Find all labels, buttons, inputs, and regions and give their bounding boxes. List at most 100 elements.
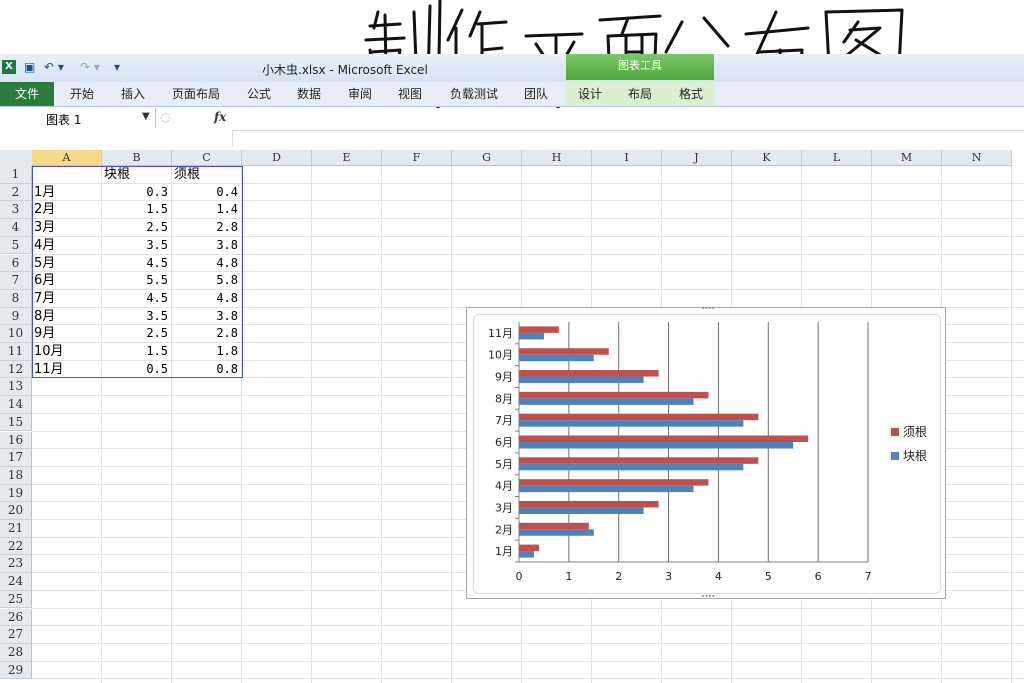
bar-须根: [519, 457, 759, 464]
row-header-13[interactable]: 13: [0, 378, 32, 397]
row-header-25[interactable]: 25: [0, 590, 32, 609]
tab-page-layout[interactable]: 页面布局: [172, 82, 220, 106]
bar-须根: [519, 370, 659, 377]
x-tick-label: 5: [765, 570, 772, 583]
column-header-c[interactable]: C: [172, 150, 242, 166]
column-header-k[interactable]: K: [732, 150, 802, 166]
row-header-11[interactable]: 11: [0, 343, 32, 361]
tab-format[interactable]: 格式: [679, 82, 703, 106]
row-header-23[interactable]: 23: [0, 555, 32, 574]
y-tick-label: 1月: [495, 545, 513, 558]
row-header-5[interactable]: 5: [0, 236, 32, 255]
row-header-4[interactable]: 4: [0, 219, 32, 237]
column-header-n[interactable]: N: [942, 150, 1012, 166]
save-icon[interactable]: ▣: [24, 58, 35, 76]
row-gridline: [32, 678, 1024, 680]
column-header-e[interactable]: E: [312, 150, 382, 166]
column-header-b[interactable]: B: [102, 150, 172, 166]
row-header-6[interactable]: 6: [0, 254, 32, 273]
excel-icon[interactable]: X: [2, 60, 16, 74]
row-header-20[interactable]: 20: [0, 502, 32, 520]
bar-块根: [519, 332, 544, 340]
bar-块根: [519, 551, 534, 558]
tab-layout[interactable]: 布局: [628, 82, 652, 106]
column-header-m[interactable]: M: [872, 150, 942, 166]
chevron-down-icon[interactable]: ▼: [142, 111, 150, 122]
column-gridline: [1011, 166, 1012, 683]
column-gridline: [381, 166, 382, 683]
row-header-26[interactable]: 26: [0, 608, 32, 627]
redo-icon[interactable]: ↷ ▾: [80, 58, 100, 76]
row-header-22[interactable]: 22: [0, 537, 32, 556]
row-header-1[interactable]: 1: [0, 166, 32, 184]
row-header-9[interactable]: 9: [0, 307, 32, 326]
y-tick-label: 5月: [495, 458, 513, 471]
column-header-g[interactable]: G: [452, 150, 522, 166]
tab-load-test[interactable]: 负载测试: [450, 82, 498, 106]
chart-tools-context-tab: 图表工具: [566, 54, 714, 80]
row-header-10[interactable]: 10: [0, 325, 32, 343]
tab-view[interactable]: 视图: [398, 82, 422, 106]
bar-须根: [519, 500, 659, 508]
tab-team[interactable]: 团队: [524, 82, 548, 106]
y-tick-label: 2月: [495, 523, 513, 536]
x-tick-label: 7: [865, 570, 872, 583]
bar-须根: [519, 326, 559, 333]
column-header-j[interactable]: J: [662, 150, 732, 166]
y-tick-label: 9月: [495, 371, 513, 384]
row-header-8[interactable]: 8: [0, 289, 32, 308]
title-bar: X ▣ ↶ ▾ ↷ ▾ ▾ 小木虫.xlsx - Microsoft Excel: [0, 54, 1024, 83]
tab-data[interactable]: 数据: [297, 82, 321, 106]
tab-insert[interactable]: 插入: [121, 82, 145, 106]
row-header-17[interactable]: 17: [0, 449, 32, 467]
chart-object[interactable]: ∙∙∙∙ ∙∙∙∙ 0 1 2 3 4 5 6 7 1月 2月 3月 4月 5月 6月 7月 8月 9月 10月 1…: [466, 304, 946, 600]
column-header-a[interactable]: A: [32, 150, 102, 166]
bar-块根: [519, 485, 694, 493]
x-tick-label: 0: [516, 570, 523, 583]
y-tick-label: 3月: [495, 501, 513, 514]
function-icon[interactable]: fx: [214, 110, 226, 124]
row-header-18[interactable]: 18: [0, 466, 32, 485]
row-header-2[interactable]: 2: [0, 183, 32, 202]
bar-须根: [519, 391, 709, 399]
formula-bar-expanded: [0, 130, 233, 146]
row-header-3[interactable]: 3: [0, 201, 32, 220]
column-header-h[interactable]: H: [522, 150, 592, 166]
row-header-19[interactable]: 19: [0, 484, 32, 503]
row-header-7[interactable]: 7: [0, 272, 32, 290]
customize-icon[interactable]: ▾: [114, 58, 120, 76]
legend-label: 块根: [903, 449, 927, 463]
row-header-28[interactable]: 28: [0, 643, 32, 662]
tab-review[interactable]: 审阅: [348, 82, 372, 106]
name-box[interactable]: 图表 1 ▼: [0, 108, 156, 128]
row-header-29[interactable]: 29: [0, 661, 32, 680]
y-tick-label: 8月: [495, 392, 513, 405]
bar-块根: [519, 376, 644, 384]
column-gridline: [311, 166, 312, 683]
window-title: 小木虫.xlsx - Microsoft Excel: [262, 63, 428, 77]
column-header-i[interactable]: I: [592, 150, 662, 166]
x-tick-label: 3: [665, 570, 672, 583]
row-header-14[interactable]: 14: [0, 396, 32, 414]
expand-icon[interactable]: ◌: [160, 110, 170, 124]
row-header-15[interactable]: 15: [0, 413, 32, 432]
bar-须根: [519, 522, 589, 530]
column-header-d[interactable]: D: [242, 150, 312, 166]
tab-design[interactable]: 设计: [578, 82, 602, 106]
y-tick-label: 4月: [495, 480, 513, 493]
tab-file[interactable]: 文件: [0, 82, 54, 106]
row-header-12[interactable]: 12: [0, 360, 32, 379]
tab-formulas[interactable]: 公式: [247, 82, 271, 106]
row-header-16[interactable]: 16: [0, 431, 32, 450]
row-gridline: [32, 660, 1024, 662]
column-header-f[interactable]: F: [382, 150, 452, 166]
select-all-corner[interactable]: [0, 150, 33, 167]
row-header-24[interactable]: 24: [0, 573, 32, 591]
undo-icon[interactable]: ↶ ▾: [44, 58, 64, 76]
tab-home[interactable]: 开始: [70, 82, 94, 106]
legend-swatch: [891, 452, 899, 460]
bar-块根: [519, 463, 744, 471]
row-header-21[interactable]: 21: [0, 520, 32, 538]
row-header-27[interactable]: 27: [0, 626, 32, 644]
column-header-l[interactable]: L: [802, 150, 872, 166]
